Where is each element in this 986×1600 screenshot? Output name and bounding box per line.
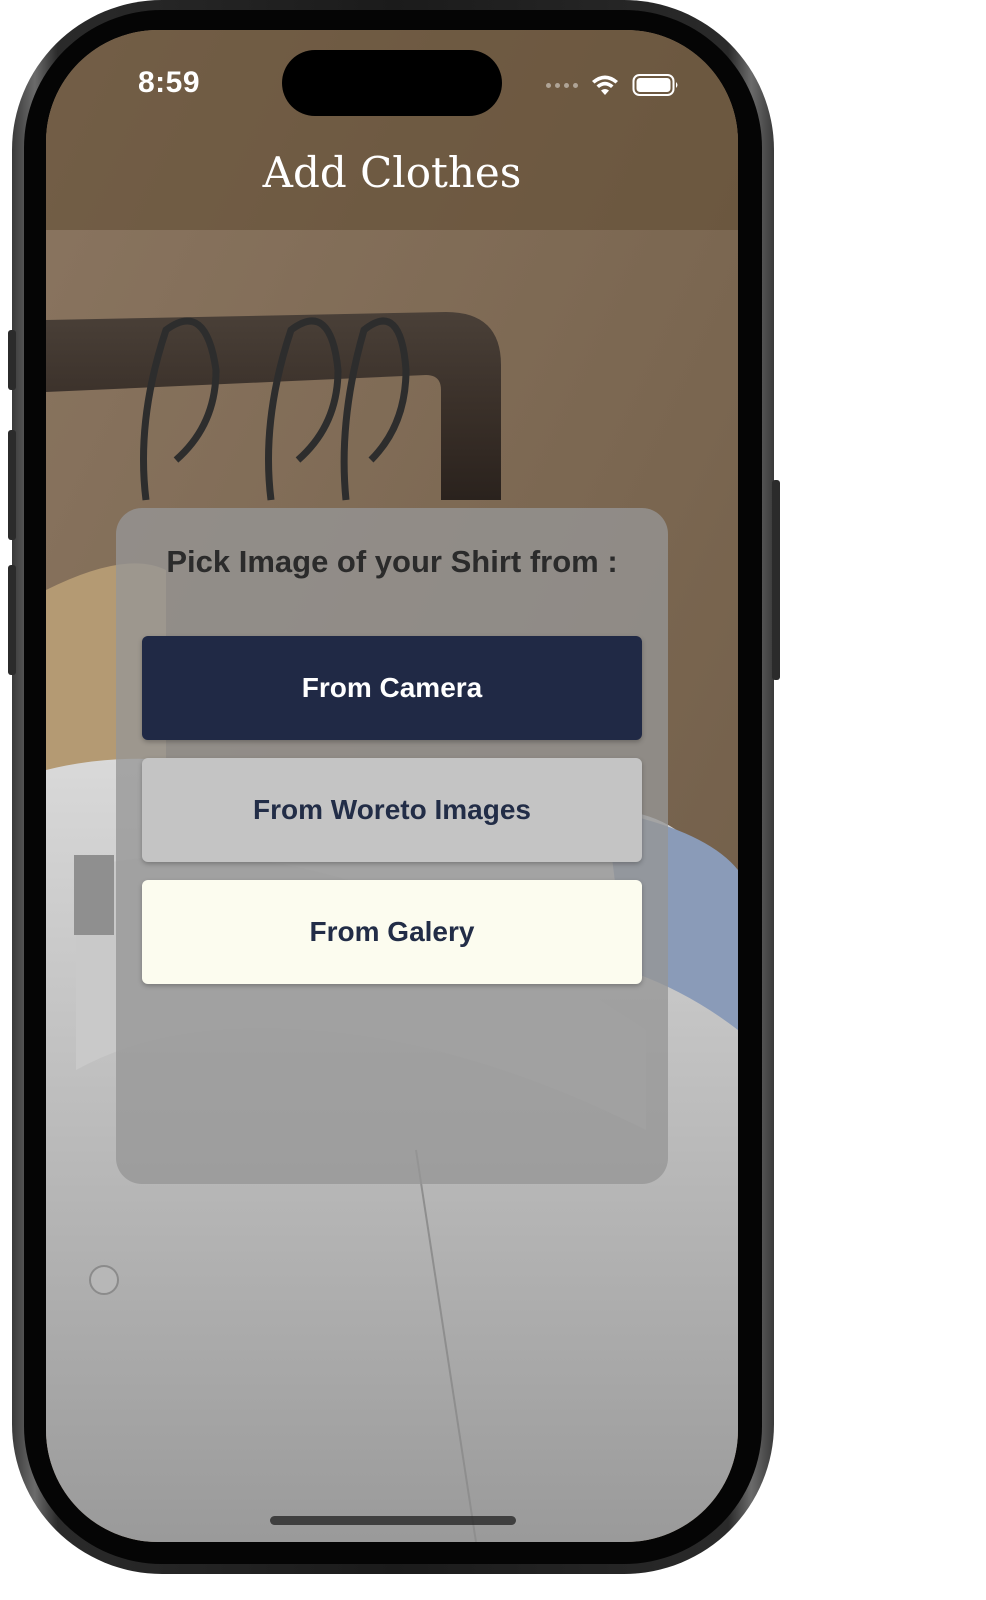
status-icons <box>546 70 680 100</box>
volume-up-button <box>8 430 16 540</box>
from-camera-button[interactable]: From Camera <box>142 636 642 740</box>
home-indicator[interactable] <box>270 1516 516 1525</box>
picker-title: Pick Image of your Shirt from : <box>166 544 618 579</box>
battery-icon <box>632 74 678 96</box>
wifi-icon <box>592 75 618 95</box>
from-gallery-button[interactable]: From Galery <box>142 880 642 984</box>
action-button <box>8 330 16 390</box>
dynamic-island <box>282 50 502 116</box>
volume-down-button <box>8 565 16 675</box>
cellular-signal-icon <box>546 82 578 88</box>
app-screen: 8:59 Add Clothes Pick Image of your Shir… <box>46 30 738 1542</box>
page-title: Add Clothes <box>262 148 522 197</box>
image-source-picker: Pick Image of your Shirt from : From Cam… <box>116 508 668 1184</box>
from-woreto-images-button[interactable]: From Woreto Images <box>142 758 642 862</box>
power-button <box>772 480 780 680</box>
status-time: 8:59 <box>138 66 201 99</box>
